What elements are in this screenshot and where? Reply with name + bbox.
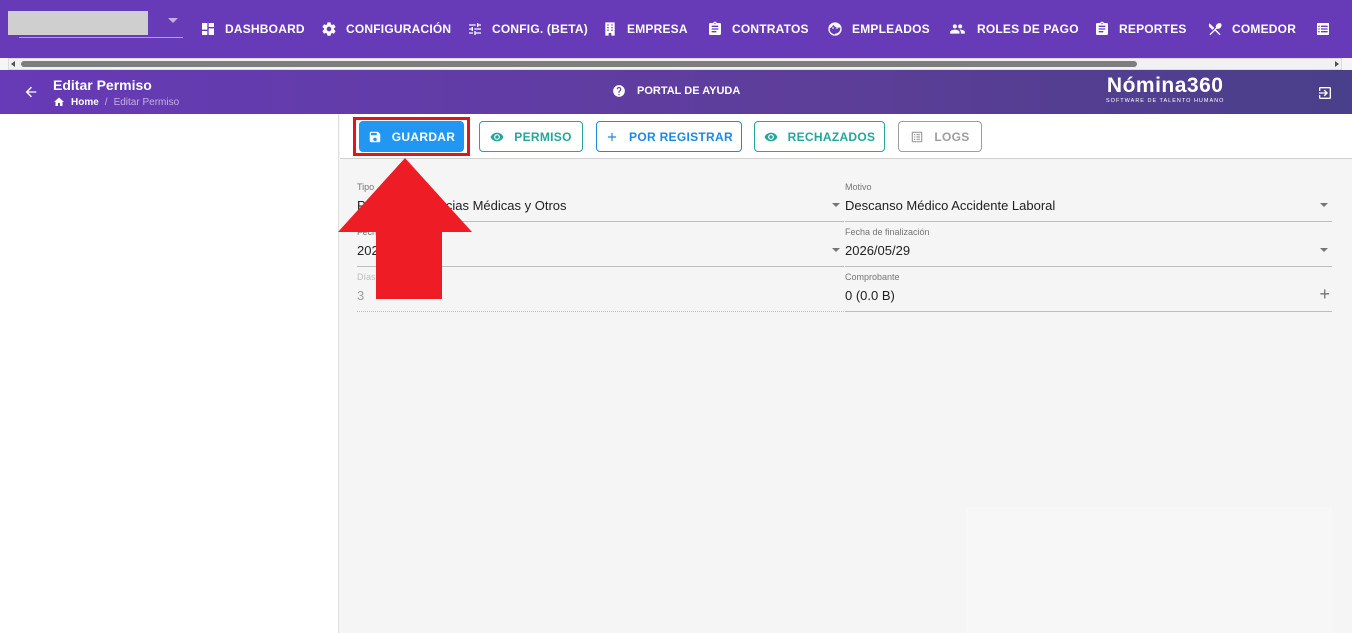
breadcrumb-separator: / bbox=[104, 96, 108, 108]
eye-icon bbox=[490, 132, 504, 141]
comprobante-field[interactable]: Comprobante 0 (0.0 B) + bbox=[845, 272, 1332, 312]
chevron-down-icon[interactable] bbox=[168, 18, 178, 23]
save-button[interactable]: GUARDAR bbox=[359, 121, 464, 152]
nav-item-label: CONFIGURACIÓN bbox=[346, 22, 452, 36]
permiso-button-label: PERMISO bbox=[514, 129, 572, 144]
company-select-underline bbox=[19, 37, 183, 38]
rechazados-button[interactable]: RECHAZADOS bbox=[754, 121, 885, 152]
chevron-down-icon[interactable] bbox=[832, 203, 840, 207]
help-portal-link[interactable]: PORTAL DE AYUDA bbox=[612, 84, 740, 98]
brand-logo: Nómina360 SOFTWARE DE TALENTO HUMANO bbox=[1106, 75, 1224, 105]
arrow-left-icon bbox=[25, 86, 37, 98]
help-portal-label: PORTAL DE AYUDA bbox=[637, 85, 741, 97]
nav-item-label: ROLES DE PAGO bbox=[977, 22, 1079, 36]
logout-button[interactable] bbox=[1317, 85, 1333, 101]
clipboard-icon bbox=[1096, 21, 1108, 35]
nav-item-empresa[interactable]: EMPRESA bbox=[602, 20, 688, 38]
gear-icon bbox=[322, 22, 336, 36]
nav-item-label: DASHBOARD bbox=[225, 22, 305, 36]
nav-item-more[interactable] bbox=[1315, 20, 1340, 38]
save-button-label: GUARDAR bbox=[391, 129, 456, 144]
motivo-select[interactable]: Motivo Descanso Médico Accidente Laboral bbox=[845, 182, 1332, 222]
nav-item-label: REPORTES bbox=[1119, 22, 1187, 36]
nav-item-label: EMPRESA bbox=[627, 22, 688, 36]
list-alt-icon bbox=[912, 131, 923, 142]
add-file-icon[interactable]: + bbox=[1319, 284, 1330, 305]
logs-button-label: LOGS bbox=[934, 129, 970, 144]
top-navbar: DASHBOARD CONFIGURACIÓN CONFIG. (BETA) E… bbox=[0, 0, 1352, 58]
clipboard-icon bbox=[709, 21, 721, 35]
home-icon bbox=[54, 97, 64, 106]
page-title: Editar Permiso bbox=[53, 77, 152, 93]
nav-item-comedor[interactable]: COMEDOR bbox=[1207, 20, 1296, 38]
eye-icon bbox=[764, 132, 778, 141]
plus-icon bbox=[607, 132, 617, 141]
motivo-label: Motivo bbox=[845, 182, 872, 192]
nav-item-empleados[interactable]: EMPLEADOS bbox=[827, 20, 930, 38]
nav-item-roles-de-pago[interactable]: ROLES DE PAGO bbox=[947, 20, 1079, 38]
building-icon bbox=[605, 22, 615, 36]
face-icon bbox=[828, 22, 842, 36]
por-registrar-button[interactable]: POR REGISTRAR bbox=[596, 121, 742, 152]
horizontal-scrollbar[interactable] bbox=[8, 58, 1342, 70]
breadcrumb: Home / Editar Permiso bbox=[53, 96, 179, 108]
dashboard-icon bbox=[202, 23, 214, 35]
fecha-fin-field[interactable]: Fecha de finalización 2026/05/29 bbox=[845, 227, 1332, 267]
chevron-down-icon[interactable] bbox=[832, 248, 840, 252]
page-header: Editar Permiso Home / Editar Permiso POR… bbox=[0, 70, 1352, 114]
scrollbar-thumb[interactable] bbox=[21, 61, 1137, 67]
breadcrumb-home[interactable]: Home bbox=[71, 97, 99, 108]
people-icon bbox=[950, 24, 965, 34]
motivo-value: Descanso Médico Accidente Laboral bbox=[845, 198, 1056, 213]
utensils-icon bbox=[1208, 23, 1222, 36]
red-arrow-annotation bbox=[338, 158, 472, 299]
back-button[interactable] bbox=[23, 84, 39, 100]
help-circle-icon bbox=[613, 85, 625, 97]
nav-item-dashboard[interactable]: DASHBOARD bbox=[200, 20, 305, 38]
background-card bbox=[966, 507, 1332, 633]
logs-button[interactable]: LOGS bbox=[898, 121, 982, 152]
left-panel bbox=[0, 114, 339, 633]
list-icon bbox=[1317, 23, 1329, 35]
nav-item-configuracion[interactable]: CONFIGURACIÓN bbox=[321, 20, 451, 38]
nav-item-label: EMPLEADOS bbox=[852, 22, 930, 36]
scroll-right-icon[interactable] bbox=[1335, 61, 1339, 67]
nav-item-label: CONTRATOS bbox=[732, 22, 809, 36]
company-select[interactable] bbox=[8, 11, 148, 35]
action-toolbar: GUARDAR PERMISO POR REGISTRAR RECHAZADOS… bbox=[340, 114, 1352, 159]
fecha-fin-label: Fecha de finalización bbox=[845, 227, 930, 237]
nav-item-label: COMEDOR bbox=[1232, 22, 1297, 36]
logout-icon bbox=[1319, 87, 1331, 99]
nav-item-label: CONFIG. (BETA) bbox=[492, 22, 588, 36]
permiso-button[interactable]: PERMISO bbox=[479, 121, 583, 152]
comprobante-label: Comprobante bbox=[845, 272, 900, 282]
floppy-disk-icon bbox=[369, 131, 381, 142]
breadcrumb-current: Editar Permiso bbox=[113, 96, 180, 108]
sliders-icon bbox=[469, 23, 481, 35]
chevron-down-icon[interactable] bbox=[1320, 203, 1328, 207]
nav-item-config-beta[interactable]: CONFIG. (BETA) bbox=[467, 20, 588, 38]
brand-tagline: SOFTWARE DE TALENTO HUMANO bbox=[1106, 98, 1225, 104]
brand-name: Nómina360 bbox=[1106, 74, 1224, 97]
rechazados-button-label: RECHAZADOS bbox=[787, 129, 876, 144]
comprobante-value: 0 (0.0 B) bbox=[845, 288, 895, 303]
nav-item-contratos[interactable]: CONTRATOS bbox=[707, 20, 809, 38]
fecha-fin-value: 2026/05/29 bbox=[845, 243, 911, 258]
chevron-down-icon[interactable] bbox=[1320, 248, 1328, 252]
scroll-left-icon[interactable] bbox=[11, 61, 15, 67]
por-registrar-button-label: POR REGISTRAR bbox=[629, 129, 733, 144]
nav-item-reportes[interactable]: REPORTES bbox=[1094, 20, 1187, 38]
